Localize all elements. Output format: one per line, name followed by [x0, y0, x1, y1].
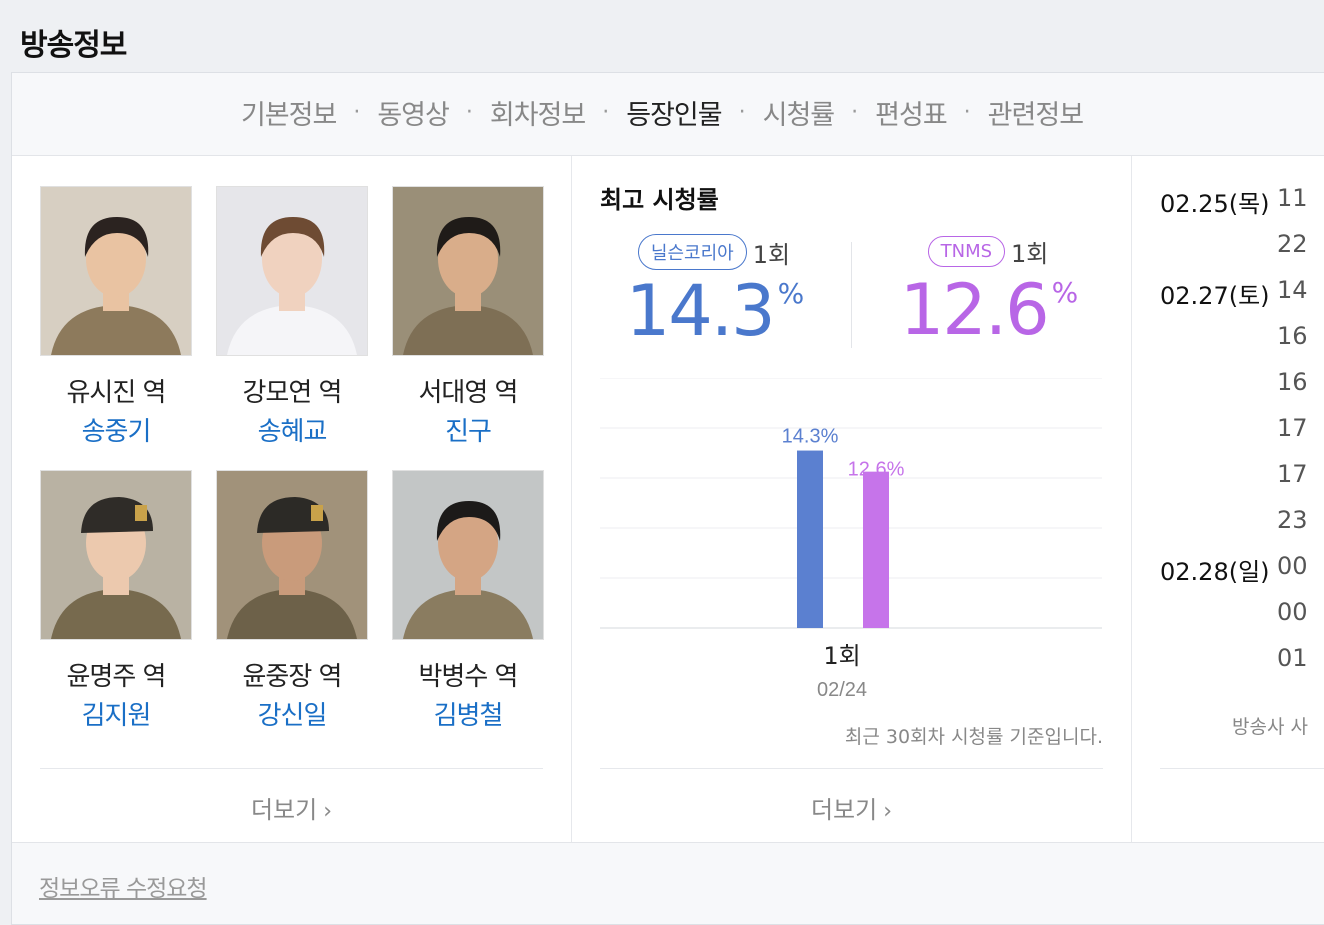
divider: [40, 768, 543, 769]
schedule-time[interactable]: 00: [1277, 552, 1308, 580]
page-title: 방송정보: [20, 28, 127, 63]
schedule-time[interactable]: 11: [1277, 184, 1308, 212]
schedule-time[interactable]: 17: [1277, 414, 1308, 442]
tnms-badge: TNMS: [927, 236, 1006, 267]
rating-number: 12.6: [899, 269, 1050, 351]
nielsen-badge: 닐슨코리아: [637, 234, 747, 270]
schedule-time[interactable]: 01: [1277, 644, 1308, 672]
schedule-date: 02.28(일): [1160, 558, 1270, 586]
rating-unit: %: [1051, 276, 1079, 309]
more-label: 더보기: [250, 796, 318, 824]
chevron-right-icon: ›: [323, 799, 333, 824]
cast-photo[interactable]: [216, 186, 368, 356]
cast-photo[interactable]: [40, 470, 192, 640]
bar-nielsen: [797, 450, 823, 628]
divider: [600, 768, 1103, 769]
schedule-section: 방송사 사 02.25(목) 11 22 02.27(토) 14 16 16 17 17 23 02…: [1132, 156, 1324, 842]
rating-section: 최고 시청률 닐슨코리아 1회 14.3% TNMS 1회 12.6% 14.3…: [572, 156, 1132, 842]
cast-item[interactable]: 유시진 역 송중기: [40, 186, 192, 448]
tab-5[interactable]: 편성표: [875, 93, 948, 132]
cast-role: 서대영 역: [418, 378, 519, 408]
schedule-time[interactable]: 14: [1277, 276, 1308, 304]
bar-data-label: 12.6%: [848, 459, 905, 481]
report-error-link[interactable]: 정보오류 수정요청: [39, 869, 208, 903]
rating-bar-chart: 14.3% 12.6% 1회 02/24: [600, 377, 1102, 701]
rating-title: 최고 시청률: [600, 186, 719, 214]
cast-item[interactable]: 강모연 역 송혜교: [216, 186, 368, 448]
bar-tnms: [863, 471, 889, 628]
bar-data-label: 14.3%: [782, 426, 839, 448]
schedule-time[interactable]: 22: [1277, 230, 1308, 258]
rating-value: 12.6%: [868, 275, 1108, 345]
tab-separator: ·: [602, 100, 610, 125]
cast-actor-link[interactable]: 강신일: [216, 695, 368, 732]
rating-nielsen: 닐슨코리아 1회 14.3%: [594, 234, 834, 346]
cast-role: 윤중장 역: [242, 662, 343, 692]
rating-episode: 1회: [1011, 240, 1049, 268]
cast-role: 윤명주 역: [66, 662, 167, 692]
cast-item[interactable]: 윤명주 역 김지원: [40, 470, 192, 732]
tab-3[interactable]: 등장인물: [626, 93, 722, 132]
schedule-time[interactable]: 16: [1277, 322, 1308, 350]
tab-0[interactable]: 기본정보: [241, 93, 337, 132]
category-date-label: 02/24: [817, 679, 867, 701]
tab-separator: ·: [963, 100, 971, 125]
rating-chart: 14.3% 12.6% 1회 02/24: [600, 377, 1102, 701]
cast-actor-link[interactable]: 김병철: [392, 695, 544, 732]
tab-1[interactable]: 동영상: [377, 93, 450, 132]
schedule-date: 02.27(토): [1160, 282, 1270, 310]
tab-4[interactable]: 시청률: [763, 93, 836, 132]
schedule-time[interactable]: 23: [1277, 506, 1308, 534]
cast-actor-link[interactable]: 진구: [392, 411, 544, 448]
schedule-time[interactable]: 16: [1277, 368, 1308, 396]
rating-footnote: 최근 30회차 시청률 기준입니다.: [844, 726, 1103, 748]
tab-6[interactable]: 관련정보: [988, 93, 1084, 132]
tab-bar: 기본정보 · 동영상 · 회차정보 · 등장인물 · 시청률 · 편성표 · 관련정보: [12, 73, 1324, 156]
schedule-time[interactable]: 00: [1277, 598, 1308, 626]
tab-separator: ·: [738, 100, 746, 125]
cast-more-button[interactable]: 더보기 ›: [12, 790, 571, 825]
cast-actor-link[interactable]: 김지원: [40, 695, 192, 732]
rating-number: 14.3: [625, 270, 776, 352]
cast-photo[interactable]: [392, 186, 544, 356]
broadcast-info-panel: 기본정보 · 동영상 · 회차정보 · 등장인물 · 시청률 · 편성표 · 관련정보 유시진 역 송중기…: [11, 72, 1324, 925]
tab-2[interactable]: 회차정보: [490, 93, 586, 132]
schedule-time[interactable]: 17: [1277, 460, 1308, 488]
tab-list: 기본정보 · 동영상 · 회차정보 · 등장인물 · 시청률 · 편성표 · 관련정보: [12, 93, 1312, 132]
tab-separator: ·: [851, 100, 859, 125]
tab-separator: ·: [465, 100, 473, 125]
cast-section: 유시진 역 송중기 강모연 역 송혜교 서대영 역 진구 윤명주 역 김지원 윤중장 역 강신일 박…: [12, 156, 572, 842]
cast-actor-link[interactable]: 송중기: [40, 411, 192, 448]
vertical-divider: [851, 242, 852, 348]
schedule-date: 02.25(목): [1160, 190, 1270, 218]
cast-actor-link[interactable]: 송혜교: [216, 411, 368, 448]
rating-unit: %: [777, 277, 805, 310]
cast-item[interactable]: 윤중장 역 강신일: [216, 470, 368, 732]
rating-more-button[interactable]: 더보기 ›: [572, 790, 1131, 825]
cast-photo[interactable]: [40, 186, 192, 356]
rating-value: 14.3%: [594, 276, 834, 346]
cast-role: 박병수 역: [418, 662, 519, 692]
rating-episode: 1회: [752, 240, 791, 269]
schedule-note: 방송사 사: [1232, 716, 1308, 738]
tab-separator: ·: [353, 100, 361, 125]
footer: 정보오류 수정요청: [12, 842, 1324, 924]
rating-tnms: TNMS 1회 12.6%: [868, 234, 1108, 345]
more-label: 더보기: [810, 796, 878, 824]
cast-photo[interactable]: [216, 470, 368, 640]
cast-photo[interactable]: [392, 470, 544, 640]
cast-item[interactable]: 서대영 역 진구: [392, 186, 544, 448]
chevron-right-icon: ›: [883, 799, 893, 824]
category-label: 1회: [823, 642, 860, 670]
cast-role: 유시진 역: [66, 378, 167, 408]
divider: [1160, 768, 1324, 769]
cast-item[interactable]: 박병수 역 김병철: [392, 470, 544, 732]
cast-role: 강모연 역: [242, 378, 343, 408]
